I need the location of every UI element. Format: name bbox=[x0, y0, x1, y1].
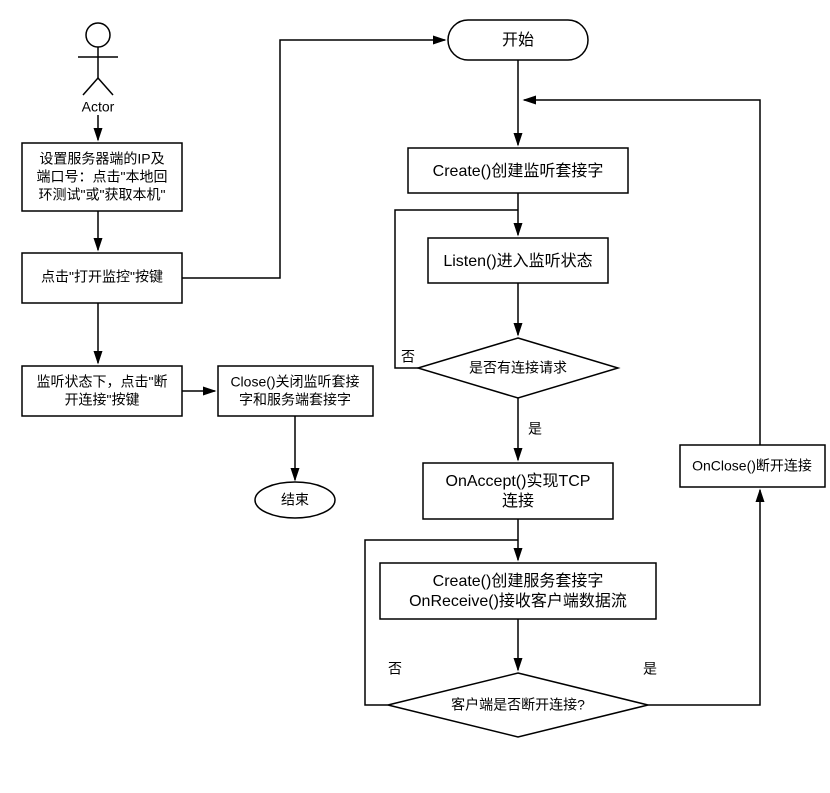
svg-text:点击"打开监控"按键: 点击"打开监控"按键 bbox=[41, 269, 163, 285]
svg-text:OnClose()断开连接: OnClose()断开连接 bbox=[692, 458, 812, 474]
node-create-listen: Create()创建监听套接字 bbox=[408, 148, 628, 193]
svg-text:Close()关闭监听套接: Close()关闭监听套接 bbox=[230, 374, 359, 390]
label-conn-yes: 是 bbox=[528, 421, 542, 437]
svg-text:开始: 开始 bbox=[502, 31, 534, 49]
actor-icon: Actor bbox=[78, 23, 118, 115]
node-onaccept: OnAccept()实现TCP 连接 bbox=[423, 463, 613, 519]
svg-text:环测试"或"获取本机": 环测试"或"获取本机" bbox=[39, 187, 166, 203]
svg-text:端口号：点击"本地回: 端口号：点击"本地回 bbox=[37, 169, 168, 185]
svg-text:监听状态下，点击"断: 监听状态下，点击"断 bbox=[37, 374, 168, 390]
svg-text:客户端是否断开连接?: 客户端是否断开连接? bbox=[451, 697, 585, 713]
svg-text:结束: 结束 bbox=[281, 492, 309, 508]
node-end: 结束 bbox=[255, 482, 335, 518]
actor-label: Actor bbox=[82, 99, 115, 115]
node-decision-conn: 是否有连接请求 bbox=[418, 338, 618, 398]
node-disconnect: 监听状态下，点击"断 开连接"按键 bbox=[22, 366, 182, 416]
node-close-socket: Close()关闭监听套接 字和服务端套接字 bbox=[218, 366, 373, 416]
node-create-service: Create()创建服务套接字 OnReceive()接收客户端数据流 bbox=[380, 563, 656, 619]
node-onclose: OnClose()断开连接 bbox=[680, 445, 825, 487]
svg-text:Create()创建监听套接字: Create()创建监听套接字 bbox=[433, 162, 604, 180]
arrow-client-yes-to-onclose bbox=[648, 490, 760, 705]
label-client-yes: 是 bbox=[643, 661, 657, 677]
svg-text:字和服务端套接字: 字和服务端套接字 bbox=[239, 392, 351, 408]
label-conn-no: 否 bbox=[401, 349, 415, 365]
node-listen-state: Listen()进入监听状态 bbox=[428, 238, 608, 283]
svg-text:OnAccept()实现TCP: OnAccept()实现TCP bbox=[446, 472, 591, 490]
flowchart-diagram: Actor 设置服务器端的IP及 端口号：点击"本地回 环测试"或"获取本机" … bbox=[0, 0, 830, 793]
svg-text:是否有连接请求: 是否有连接请求 bbox=[469, 360, 567, 376]
label-client-no: 否 bbox=[388, 661, 402, 677]
svg-text:OnReceive()接收客户端数据流: OnReceive()接收客户端数据流 bbox=[409, 592, 627, 610]
svg-text:连接: 连接 bbox=[502, 492, 534, 510]
svg-text:Listen()进入监听状态: Listen()进入监听状态 bbox=[443, 252, 592, 270]
svg-text:设置服务器端的IP及: 设置服务器端的IP及 bbox=[39, 151, 164, 167]
svg-text:Create()创建服务套接字: Create()创建服务套接字 bbox=[433, 572, 604, 590]
node-open-monitor: 点击"打开监控"按键 bbox=[22, 253, 182, 303]
node-set-ip: 设置服务器端的IP及 端口号：点击"本地回 环测试"或"获取本机" bbox=[22, 143, 182, 211]
svg-text:开连接"按键: 开连接"按键 bbox=[65, 392, 140, 408]
node-start: 开始 bbox=[448, 20, 588, 60]
node-decision-client: 客户端是否断开连接? bbox=[388, 673, 648, 737]
arrow-open-to-start bbox=[182, 40, 445, 278]
